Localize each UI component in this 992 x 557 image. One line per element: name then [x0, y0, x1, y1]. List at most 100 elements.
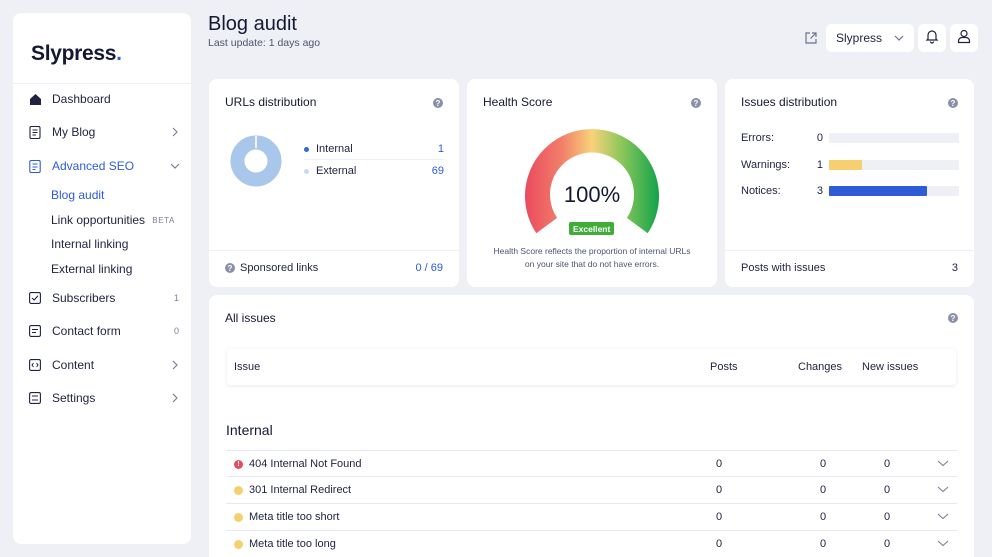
app-logo[interactable]: Slypress.: [31, 42, 122, 66]
chevron-right-icon: [169, 359, 181, 371]
sidebar-subitem-label: External linking: [51, 262, 133, 276]
column-header-new-issues[interactable]: New issues: [862, 361, 918, 373]
document-icon: [28, 125, 42, 139]
legend-bullet: [304, 146, 309, 152]
table-row[interactable]: ! 404 Internal Not Found 0 0 0: [226, 450, 957, 477]
legend-value[interactable]: 69: [432, 165, 444, 177]
sidebar-item-my-blog[interactable]: My Blog: [28, 121, 181, 143]
chevron-down-icon[interactable]: [937, 511, 949, 523]
table-row[interactable]: Meta title too short 0 0 0: [226, 503, 957, 530]
code-icon: [28, 358, 42, 372]
account-button[interactable]: [950, 24, 978, 52]
errors-label: Errors:: [741, 132, 774, 144]
issues-distribution-card: Issues distribution ? Errors: 0 Warnings…: [725, 79, 974, 287]
help-icon[interactable]: ?: [225, 263, 235, 273]
page-title: Blog audit: [208, 13, 297, 35]
sidebar-item-label: Advanced SEO: [52, 159, 135, 173]
sidebar-item-content[interactable]: Content: [28, 354, 181, 376]
sidebar-subitem-label: Internal linking: [51, 237, 129, 251]
sidebar-subitem-link-opportunities[interactable]: Link opportunities BETA: [51, 211, 175, 229]
issue-posts: 0: [715, 484, 723, 496]
contact-form-count: 0: [173, 326, 179, 336]
sidebar-subitem-external-linking[interactable]: External linking: [51, 260, 175, 278]
sidebar-item-dashboard[interactable]: Dashboard: [28, 88, 181, 110]
sidebar-item-label: My Blog: [52, 125, 96, 139]
sidebar-subitem-blog-audit[interactable]: Blog audit: [51, 186, 175, 204]
warnings-bar-track: [829, 160, 959, 170]
warning-icon: [234, 485, 243, 495]
sidebar: Slypress. Dashboard My Blog Advanced SEO…: [13, 13, 191, 544]
posts-with-issues-label: Posts with issues: [741, 262, 826, 274]
chevron-down-icon[interactable]: [937, 484, 949, 496]
help-icon[interactable]: ?: [691, 98, 701, 108]
health-status-badge: Excellent: [569, 222, 615, 235]
all-issues-card: All issues ? Issue Posts Changes New iss…: [209, 295, 974, 557]
external-link-icon[interactable]: [803, 30, 819, 46]
notices-bar-fill: [829, 186, 927, 196]
notifications-button[interactable]: [918, 24, 946, 52]
column-header-issue[interactable]: Issue: [234, 361, 260, 373]
sidebar-item-advanced-seo[interactable]: Advanced SEO: [28, 155, 181, 177]
issue-changes: 0: [819, 458, 827, 470]
table-row[interactable]: Meta title too long 0 0 0: [226, 530, 957, 557]
warnings-count: 1: [816, 159, 823, 171]
sponsored-links-value[interactable]: 0 / 69: [415, 262, 443, 274]
user-icon: [956, 28, 972, 49]
sidebar-item-label: Subscribers: [52, 291, 116, 305]
sidebar-item-label: Contact form: [52, 324, 121, 338]
column-header-posts[interactable]: Posts: [710, 361, 738, 373]
legend-internal: Internal 1: [304, 140, 444, 158]
help-icon[interactable]: ?: [433, 98, 443, 108]
column-header-changes[interactable]: Changes: [798, 361, 842, 373]
subscribers-count: 1: [173, 293, 179, 303]
chevron-down-icon[interactable]: [937, 458, 949, 470]
sidebar-item-subscribers[interactable]: Subscribers 1: [28, 287, 181, 309]
sidebar-item-label: Dashboard: [52, 92, 111, 106]
notices-count: 3: [816, 185, 823, 197]
home-icon: [28, 92, 42, 106]
sponsored-links-label: Sponsored links: [240, 262, 319, 274]
health-score-percent: 100%: [563, 182, 621, 207]
legend-label: External: [316, 165, 357, 177]
site-select-value: Slypress: [836, 31, 883, 45]
chevron-down-icon[interactable]: [937, 538, 949, 550]
notices-row: Notices: 3: [741, 184, 959, 198]
error-icon: !: [234, 459, 243, 469]
errors-count: 0: [816, 132, 823, 144]
health-gauge: [525, 129, 659, 234]
issue-changes: 0: [819, 538, 827, 550]
sidebar-item-settings[interactable]: Settings: [28, 387, 181, 409]
chevron-right-icon: [169, 126, 181, 138]
chevron-down-icon: [894, 31, 904, 45]
issue-new: 0: [883, 538, 891, 550]
issue-posts: 0: [715, 458, 723, 470]
sidebar-subitem-label: Blog audit: [51, 188, 105, 202]
legend-value[interactable]: 1: [438, 143, 444, 155]
warnings-bar-fill: [829, 160, 862, 170]
sidebar-item-contact-form[interactable]: Contact form 0: [28, 320, 181, 342]
help-icon[interactable]: ?: [948, 98, 958, 108]
checkbox-icon: [28, 291, 42, 305]
card-divider: [725, 250, 974, 251]
issue-changes: 0: [819, 511, 827, 523]
sidebar-subitem-internal-linking[interactable]: Internal linking: [51, 235, 175, 253]
legend-divider: [304, 159, 444, 160]
legend-external: External 69: [304, 162, 444, 180]
health-score-description: Health Score reflects the proportion of …: [493, 246, 691, 269]
site-select[interactable]: Slypress: [826, 24, 914, 52]
urls-donut-chart: [230, 135, 282, 187]
legend-label: Internal: [316, 143, 353, 155]
help-icon[interactable]: ?: [948, 313, 958, 323]
notices-label: Notices:: [741, 185, 781, 197]
posts-with-issues-row: Posts with issues 3: [741, 262, 958, 274]
warnings-label: Warnings:: [741, 159, 791, 171]
sidebar-divider: [13, 83, 191, 84]
warning-icon: [234, 539, 243, 549]
last-update-text: Last update: 1 days ago: [208, 37, 321, 49]
issues-section-title: Internal: [226, 422, 273, 438]
sidebar-subitem-label: Link opportunities: [51, 213, 146, 227]
errors-row: Errors: 0: [741, 131, 959, 145]
table-row[interactable]: 301 Internal Redirect 0 0 0: [226, 476, 957, 503]
issue-name: 404 Internal Not Found: [249, 458, 362, 470]
sidebar-item-label: Settings: [52, 391, 96, 405]
